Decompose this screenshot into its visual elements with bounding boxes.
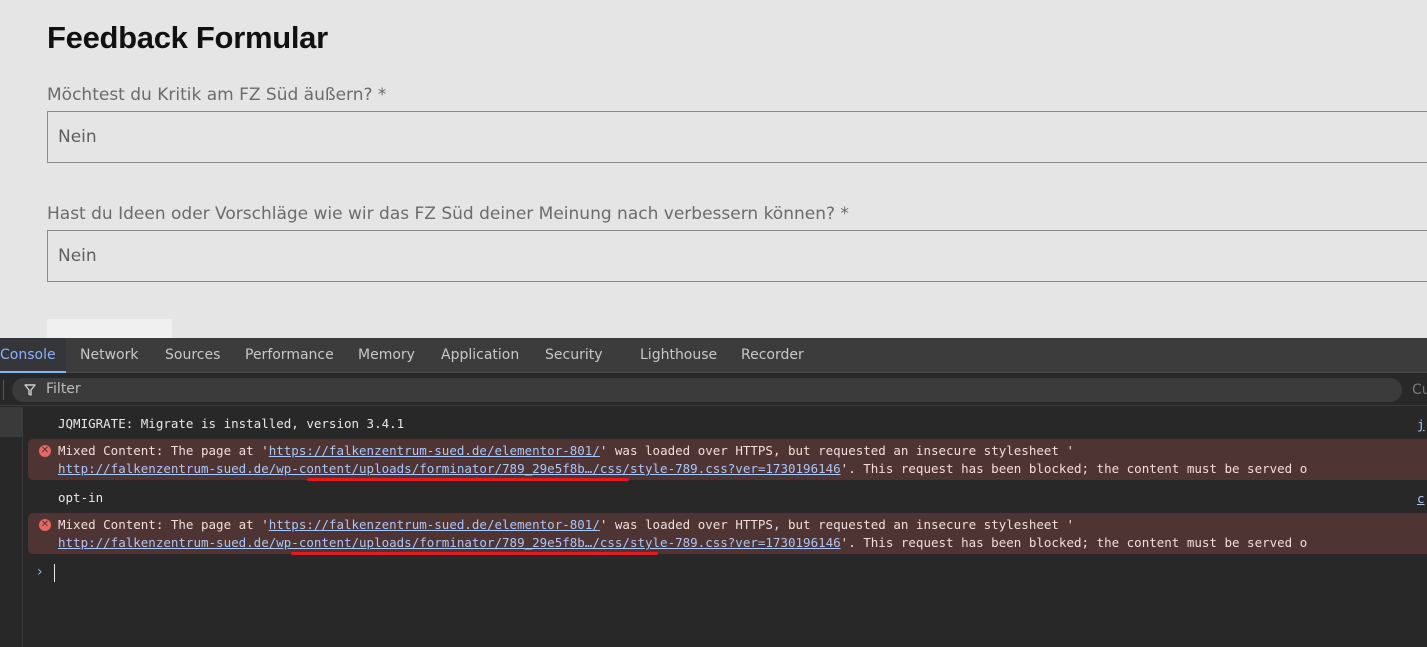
error-line-1: Mixed Content: The page at 'https://falk… bbox=[58, 517, 1074, 532]
filter-divider bbox=[3, 380, 4, 400]
error-line-2: http://falkenzentrum-sued.de/wp-content/… bbox=[58, 535, 1308, 550]
tab-performance[interactable]: Performance bbox=[245, 338, 334, 373]
gutter-selection bbox=[0, 407, 23, 437]
filter-icon bbox=[24, 384, 36, 396]
console-input-caret[interactable] bbox=[54, 564, 55, 582]
console-message-error: ✕ Mixed Content: The page at 'https://fa… bbox=[28, 513, 1427, 554]
tab-application[interactable]: Application bbox=[441, 338, 519, 373]
tab-security[interactable]: Security bbox=[545, 338, 603, 373]
submit-button[interactable] bbox=[47, 319, 172, 338]
question-1-value: Nein bbox=[58, 127, 97, 147]
console-output: JQMIGRATE: Migrate is installed, version… bbox=[0, 407, 1427, 647]
console-message-error: ✕ Mixed Content: The page at 'https://fa… bbox=[28, 439, 1427, 480]
console-message-log: JQMIGRATE: Migrate is installed, version… bbox=[28, 413, 1427, 435]
page-url-link[interactable]: https://falkenzentrum-sued.de/elementor-… bbox=[269, 443, 600, 458]
log-text: JQMIGRATE: Migrate is installed, version… bbox=[58, 416, 405, 431]
resource-url-link[interactable]: http://falkenzentrum-sued.de/wp-content/… bbox=[58, 461, 841, 476]
question-2-select[interactable]: Nein bbox=[47, 230, 1427, 282]
tab-memory[interactable]: Memory bbox=[358, 338, 415, 373]
log-source-link[interactable]: c bbox=[1417, 491, 1425, 506]
filter-placeholder: Filter bbox=[46, 381, 81, 397]
resource-url-link[interactable]: http://falkenzentrum-sued.de/wp-content/… bbox=[58, 535, 841, 550]
tab-network[interactable]: Network bbox=[80, 338, 138, 373]
question-1-select[interactable]: Nein bbox=[47, 111, 1427, 163]
console-prompt-icon: › bbox=[37, 564, 43, 580]
error-icon: ✕ bbox=[39, 445, 51, 457]
question-2-label: Hast du Ideen oder Vorschläge wie wir da… bbox=[47, 204, 849, 224]
page-title: Feedback Formular bbox=[47, 20, 328, 55]
devtools-tabbar: Console Network Sources Performance Memo… bbox=[0, 338, 1427, 373]
console-message-log: opt-in bbox=[28, 487, 1427, 509]
filter-input[interactable]: Filter bbox=[12, 378, 1402, 402]
page-url-link[interactable]: https://falkenzentrum-sued.de/elementor-… bbox=[269, 517, 600, 532]
question-1-label: Möchtest du Kritik am FZ Süd äußern? * bbox=[47, 85, 387, 105]
console-gutter bbox=[0, 407, 23, 647]
red-underline-annotation bbox=[291, 552, 658, 555]
tab-sources[interactable]: Sources bbox=[165, 338, 220, 373]
web-page: Feedback Formular Möchtest du Kritik am … bbox=[0, 0, 1427, 338]
red-underline-annotation bbox=[307, 478, 629, 481]
error-line-1: Mixed Content: The page at 'https://falk… bbox=[58, 443, 1074, 458]
log-text: opt-in bbox=[58, 490, 104, 505]
question-2-value: Nein bbox=[58, 246, 97, 266]
console-filter-bar: Filter Cu bbox=[0, 374, 1427, 406]
tab-console[interactable]: Console bbox=[0, 338, 66, 373]
devtools-panel: Console Network Sources Performance Memo… bbox=[0, 338, 1427, 647]
error-line-2: http://falkenzentrum-sued.de/wp-content/… bbox=[58, 461, 1308, 476]
tab-lighthouse[interactable]: Lighthouse bbox=[640, 338, 717, 373]
error-icon: ✕ bbox=[39, 519, 51, 531]
tab-recorder[interactable]: Recorder bbox=[741, 338, 804, 373]
log-source-link[interactable]: j bbox=[1417, 417, 1425, 432]
filter-right-label: Cu bbox=[1412, 382, 1427, 398]
